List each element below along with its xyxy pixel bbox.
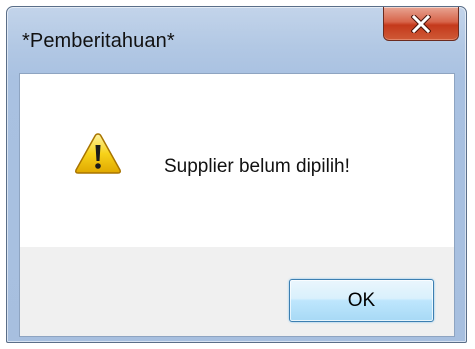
message-dialog-window: *Pemberitahuan* Supplier belum dipilih! …: [6, 6, 467, 343]
title-bar[interactable]: *Pemberitahuan*: [7, 7, 466, 73]
dialog-client-area: Supplier belum dipilih! OK: [19, 73, 455, 337]
close-x-icon: [411, 14, 431, 33]
ok-button[interactable]: OK: [289, 279, 434, 322]
dialog-message: Supplier belum dipilih!: [164, 156, 350, 177]
message-area: Supplier belum dipilih!: [20, 74, 454, 247]
close-button[interactable]: [383, 7, 459, 41]
warning-icon: [74, 131, 122, 175]
window-title: *Pemberitahuan*: [22, 30, 175, 52]
